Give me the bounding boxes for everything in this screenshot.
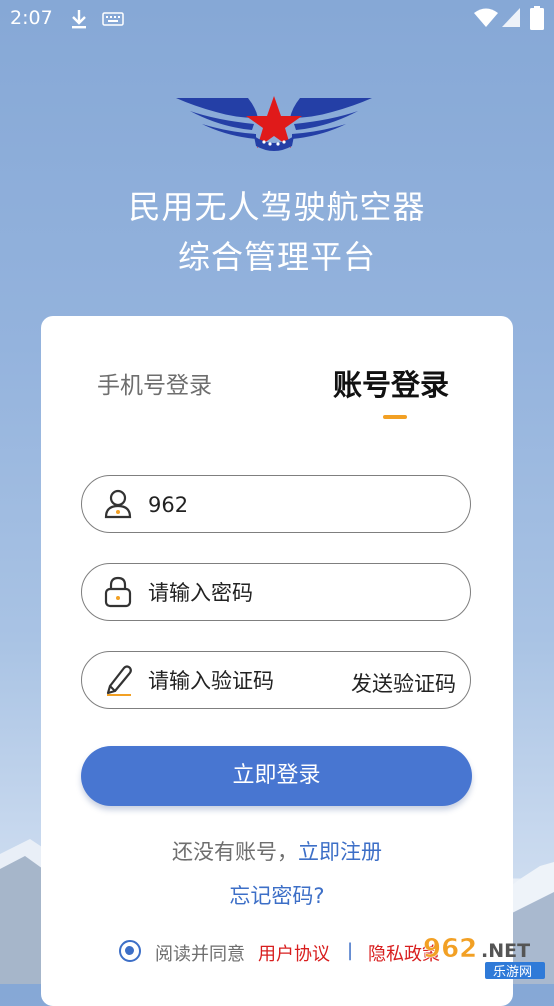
app-title-line2: 综合管理平台 — [177, 238, 376, 276]
user-agreement-link[interactable]: 用户协议 — [258, 940, 330, 966]
svg-text:.NET: .NET — [481, 940, 530, 962]
svg-text:乐游网: 乐游网 — [493, 965, 532, 980]
signal-icon — [502, 8, 520, 27]
register-link[interactable]: 立即注册 — [298, 840, 382, 864]
tab-phone-login[interactable]: 手机号登录 — [97, 366, 212, 400]
battery-icon — [530, 6, 544, 30]
login-card: 手机号登录 账号登录 发送验证码 立即登录 还没有账号，立即注册 忘记密 — [41, 316, 513, 1006]
tab-account-login[interactable]: 账号登录 — [333, 362, 449, 404]
verification-code-input[interactable] — [146, 662, 340, 700]
download-icon — [72, 10, 86, 29]
send-code-button[interactable]: 发送验证码 — [351, 668, 456, 698]
svg-text:962: 962 — [423, 934, 477, 964]
login-button[interactable]: 立即登录 — [81, 746, 472, 806]
status-time: 2:07 — [10, 7, 53, 29]
app-title-line1: 民用无人驾驶航空器 — [128, 188, 426, 226]
register-prompt: 还没有账号，立即注册 — [41, 836, 513, 866]
no-account-text: 还没有账号， — [172, 840, 298, 864]
agreement-radio[interactable] — [119, 940, 141, 962]
account-field — [81, 475, 471, 533]
agree-prefix-text: 阅读并同意 — [155, 944, 245, 965]
site-watermark-logo: 962 .NET 乐游网 — [423, 934, 545, 980]
lock-icon — [104, 576, 132, 608]
forgot-password-link[interactable]: 忘记密码? — [41, 880, 513, 910]
active-tab-indicator — [383, 415, 407, 419]
keyboard-icon — [102, 12, 124, 26]
agreement-separator: | — [347, 940, 354, 961]
wifi-icon — [474, 8, 498, 27]
verification-code-field: 发送验证码 — [81, 651, 471, 709]
password-field — [81, 563, 471, 621]
user-icon — [104, 489, 132, 519]
account-input[interactable] — [146, 486, 340, 524]
status-bar: 2:07 — [0, 0, 554, 38]
edit-pencil-icon — [106, 665, 132, 696]
password-input[interactable] — [146, 574, 340, 612]
wings-star-logo — [176, 96, 372, 151]
